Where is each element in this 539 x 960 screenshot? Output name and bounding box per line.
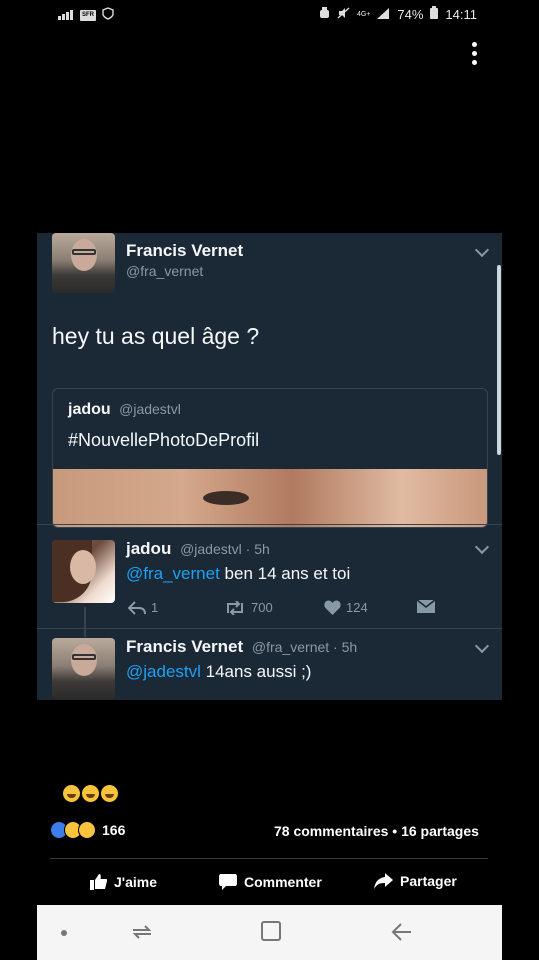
like-action[interactable]: 124	[324, 600, 368, 615]
quoted-photo[interactable]	[53, 469, 487, 527]
laughing-emoji-icon	[82, 785, 99, 802]
reply-author-handle[interactable]: @fra_vernet · 5h	[252, 639, 357, 655]
alarm-icon	[319, 6, 330, 22]
reply-header: Francis Vernet @fra_vernet · 5h	[126, 637, 357, 657]
thumbs-up-icon	[90, 874, 107, 890]
reactions-summary[interactable]: 166	[50, 821, 125, 839]
comment-icon	[219, 874, 237, 890]
reply-author-handle[interactable]: @jadestvl · 5h	[180, 541, 270, 557]
reply-text: @jadestvl 14ans aussi ;)	[126, 662, 311, 682]
carrier-badge: SFR	[80, 9, 96, 21]
tweet-text: hey tu as quel âge ?	[52, 323, 260, 349]
quoted-tweet-header: jadou @jadestvl	[68, 401, 181, 419]
reply-body: ben 14 ans et toi	[219, 564, 351, 583]
like-label: J'aime	[114, 873, 158, 890]
comment-button[interactable]: Commenter	[219, 873, 322, 890]
reactions-count: 166	[102, 822, 126, 838]
tweet-screenshot[interactable]: Francis Vernet @fra_vernet hey tu as que…	[37, 233, 502, 700]
reply-text: @fra_vernet ben 14 ans et toi	[126, 564, 350, 584]
back-icon[interactable]	[391, 922, 413, 947]
reply-header: jadou @jadestvl · 5h	[126, 539, 270, 559]
retweet-icon	[227, 600, 243, 615]
clock: 14:11	[445, 6, 477, 22]
battery-percent: 74%	[397, 6, 424, 22]
share-icon	[374, 873, 393, 889]
laughing-emoji-icon	[63, 785, 80, 802]
retweet-count: 700	[251, 600, 273, 615]
shield-icon	[102, 7, 114, 23]
cell-signal-icon	[377, 7, 390, 22]
divider	[37, 628, 502, 629]
recent-apps-icon[interactable]	[131, 922, 153, 947]
heart-icon	[324, 600, 341, 615]
navigation-bar	[37, 905, 502, 960]
nav-dot-icon[interactable]	[61, 930, 67, 936]
avatar[interactable]	[52, 638, 115, 700]
tweet-author-name[interactable]: Francis Vernet	[126, 241, 243, 261]
network-type: 4G+	[356, 10, 371, 18]
chevron-down-icon[interactable]	[474, 539, 490, 555]
direct-message-action[interactable]	[417, 600, 435, 613]
retweet-action[interactable]: 700	[224, 600, 273, 615]
reply-body: 14ans aussi ;)	[200, 662, 312, 681]
laughing-emoji-icon	[101, 785, 118, 802]
chevron-down-icon[interactable]	[474, 638, 490, 654]
quoted-tweet[interactable]: jadou @jadestvl #NouvellePhotoDeProfil	[52, 388, 488, 528]
quoted-handle: @jadestvl	[119, 401, 181, 417]
mute-icon	[337, 6, 350, 22]
reply-author-name[interactable]: jadou	[126, 539, 171, 558]
wow-reaction-icon	[78, 821, 96, 839]
like-count: 124	[346, 600, 368, 615]
share-button[interactable]: Partager	[374, 873, 457, 889]
envelope-icon	[417, 600, 435, 613]
reply-count: 1	[151, 600, 159, 615]
comment-label: Commenter	[244, 873, 322, 890]
reply-mention[interactable]: @jadestvl	[126, 662, 201, 681]
quoted-text: #NouvellePhotoDeProfil	[68, 430, 260, 450]
like-button[interactable]: J'aime	[90, 873, 157, 890]
thread-line	[84, 607, 86, 637]
reply-action[interactable]: 1	[128, 600, 158, 615]
caption-emojis	[63, 785, 118, 802]
status-bar: SFR 4G+ 74% 14:11	[0, 0, 539, 30]
divider	[37, 524, 502, 525]
status-left: SFR	[58, 7, 114, 23]
chevron-down-icon[interactable]	[474, 242, 490, 258]
quoted-name: jadou	[68, 401, 111, 418]
reply-icon	[128, 600, 146, 615]
share-label: Partager	[400, 873, 457, 889]
avatar[interactable]	[52, 540, 115, 603]
scrollbar	[497, 265, 501, 455]
reply-mention[interactable]: @fra_vernet	[126, 564, 220, 583]
status-right: 4G+ 74% 14:11	[319, 6, 477, 22]
divider	[50, 858, 488, 859]
reply-author-name[interactable]: Francis Vernet	[126, 637, 243, 656]
signal-icon	[58, 8, 74, 23]
battery-icon	[430, 6, 439, 22]
avatar[interactable]	[52, 233, 115, 293]
more-options-icon[interactable]	[466, 42, 482, 70]
comments-shares[interactable]: 78 commentaires • 16 partages	[274, 823, 479, 839]
tweet-author-handle[interactable]: @fra_vernet	[126, 263, 203, 279]
home-icon[interactable]	[261, 921, 281, 941]
